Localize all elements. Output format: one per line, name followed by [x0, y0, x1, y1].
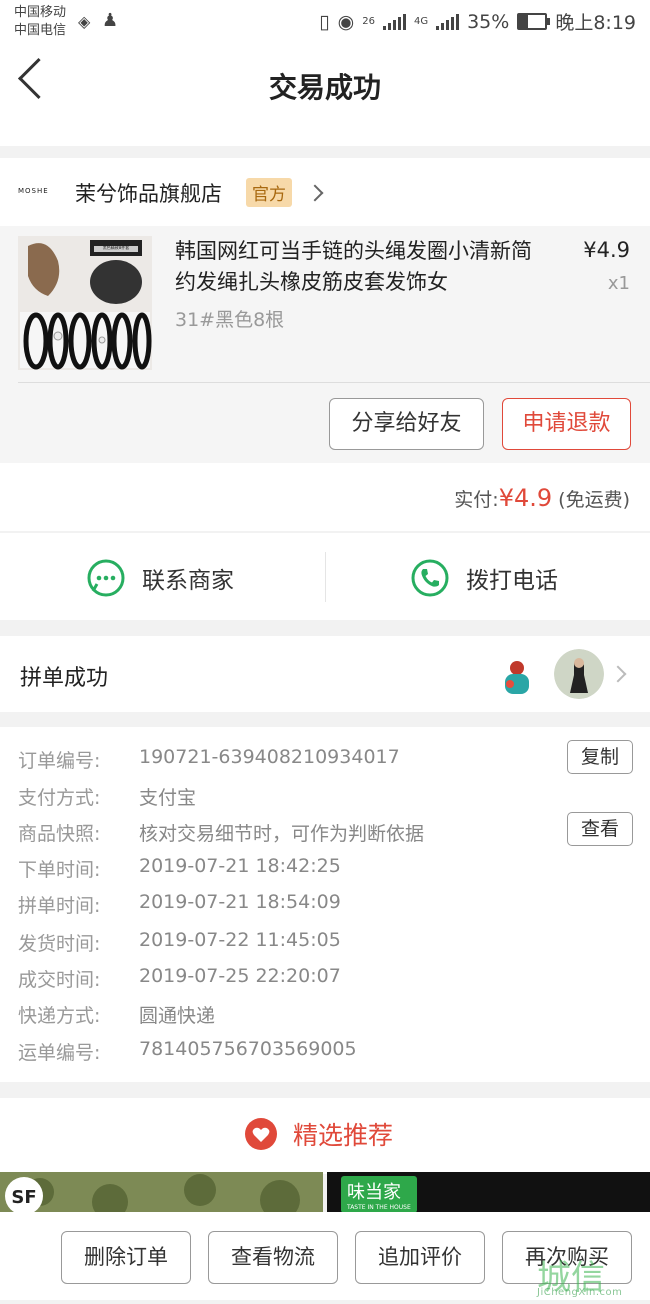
tile-brand-sub: TASTE IN THE HOUSE: [347, 1204, 411, 1211]
svg-text:SF: SF: [11, 1187, 36, 1208]
tile-brand: 味当家 TASTE IN THE HOUSE: [341, 1176, 417, 1213]
layers-icon: ◈: [78, 12, 91, 31]
eye-icon: ◉: [337, 10, 355, 33]
delete-order-button[interactable]: 删除订单: [61, 1231, 191, 1284]
clock: 晚上8:19: [555, 12, 636, 34]
qq-icon: ♟: [102, 10, 119, 31]
info-row: 下单时间: 2019-07-21 18:42:25: [18, 855, 341, 882]
info-key: 下单时间:: [18, 859, 101, 881]
recommend-title: 精选推荐: [293, 1121, 394, 1150]
info-key: 商品快照:: [18, 823, 101, 845]
payment-summary: 实付:¥4.9 (免运费): [454, 484, 630, 512]
status-right: ▯ ◉ 26 4G 35% 晚上8:19: [319, 8, 636, 35]
thumb-caption: 黑色精致8件套: [103, 244, 130, 250]
avatar: [500, 656, 534, 696]
shipping-note: (免运费): [558, 489, 630, 511]
carrier-info: 中国移动 中国电信: [14, 4, 66, 40]
copy-button[interactable]: 复制: [567, 740, 633, 774]
refund-button[interactable]: 申请退款: [502, 398, 631, 450]
page-title: 交易成功: [268, 71, 381, 104]
share-button[interactable]: 分享给好友: [329, 398, 484, 450]
battery-percent: 35%: [467, 10, 510, 33]
info-value: 2019-07-25 22:20:07: [139, 965, 341, 987]
info-value: 781405756703569005: [139, 1038, 357, 1060]
payment-amount: ¥4.9: [498, 484, 553, 512]
contact-merchant-button[interactable]: 联系商家: [86, 558, 234, 598]
info-value: 190721-639408210934017: [139, 746, 400, 768]
payment-label: 实付:: [454, 489, 499, 511]
info-value: 圆通快递: [139, 1005, 216, 1027]
info-row: 运单编号: 781405756703569005: [18, 1038, 357, 1065]
info-key: 运单编号:: [18, 1042, 101, 1064]
watermark-url: JiChengXin.com: [537, 1287, 623, 1298]
chat-icon: [87, 559, 125, 597]
call-phone-button[interactable]: 拨打电话: [410, 558, 558, 598]
avatar: [554, 649, 604, 699]
product-image: 黑色精致8件套: [18, 236, 152, 370]
info-key: 快递方式:: [18, 1005, 101, 1027]
info-value: 2019-07-22 11:45:05: [139, 929, 341, 951]
network-label-1: 26: [362, 16, 375, 27]
group-status-label: 拼单成功: [20, 666, 109, 691]
store-name[interactable]: 茉兮饰品旗舰店: [75, 178, 222, 208]
product-title[interactable]: 韩国网红可当手链的头绳发圈小清新简约发绳扎头橡皮筋皮套发饰女: [175, 236, 545, 298]
network-label-2: 4G: [413, 16, 429, 27]
heart-icon: [245, 1118, 277, 1150]
add-review-button[interactable]: 追加评价: [355, 1231, 485, 1284]
info-key: 订单编号:: [18, 750, 101, 772]
info-value: 2019-07-21 18:54:09: [139, 891, 341, 913]
divider-vertical: [325, 552, 326, 602]
info-key: 拼单时间:: [18, 895, 101, 917]
info-row: 订单编号: 190721-639408210934017: [18, 746, 400, 773]
divider: [18, 382, 650, 383]
info-row: 支付方式: 支付宝: [18, 783, 196, 810]
product-thumbnail[interactable]: 黑色精致8件套: [18, 236, 152, 370]
contact-merchant-label: 联系商家: [142, 568, 234, 594]
carrier-1: 中国移动: [14, 5, 67, 20]
info-row: 成交时间: 2019-07-25 22:20:07: [18, 965, 341, 992]
product-price: ¥4.9: [583, 238, 630, 262]
info-key: 成交时间:: [18, 969, 101, 991]
info-row: 商品快照: 核对交易细节时，可作为判断依据: [18, 819, 424, 846]
info-row: 快递方式: 圆通快递: [18, 1001, 215, 1028]
view-snapshot-button[interactable]: 查看: [567, 812, 633, 846]
info-key: 支付方式:: [18, 787, 101, 809]
view-logistics-button[interactable]: 查看物流: [208, 1231, 338, 1284]
signal-icon: [382, 13, 406, 30]
official-badge: 官方: [246, 178, 292, 207]
store-logo: MOSHE: [18, 187, 49, 195]
info-row: 拼单时间: 2019-07-21 18:54:09: [18, 891, 341, 918]
info-value: 支付宝: [139, 787, 197, 809]
tile-brand-name: 味当家: [347, 1182, 401, 1203]
product-spec: 31#黑色8根: [175, 309, 285, 331]
info-value: 2019-07-21 18:42:25: [139, 855, 341, 877]
phone-icon: [411, 559, 449, 597]
vibrate-icon: ▯: [319, 10, 330, 33]
info-value: 核对交易细节时，可作为判断依据: [139, 823, 425, 845]
info-key: 发货时间:: [18, 933, 101, 955]
call-phone-label: 拨打电话: [466, 568, 558, 594]
info-row: 发货时间: 2019-07-22 11:45:05: [18, 929, 341, 956]
battery-icon: [517, 13, 551, 30]
signal-icon-2: [436, 13, 460, 30]
carrier-2: 中国电信: [14, 23, 67, 38]
product-qty: x1: [607, 273, 630, 294]
